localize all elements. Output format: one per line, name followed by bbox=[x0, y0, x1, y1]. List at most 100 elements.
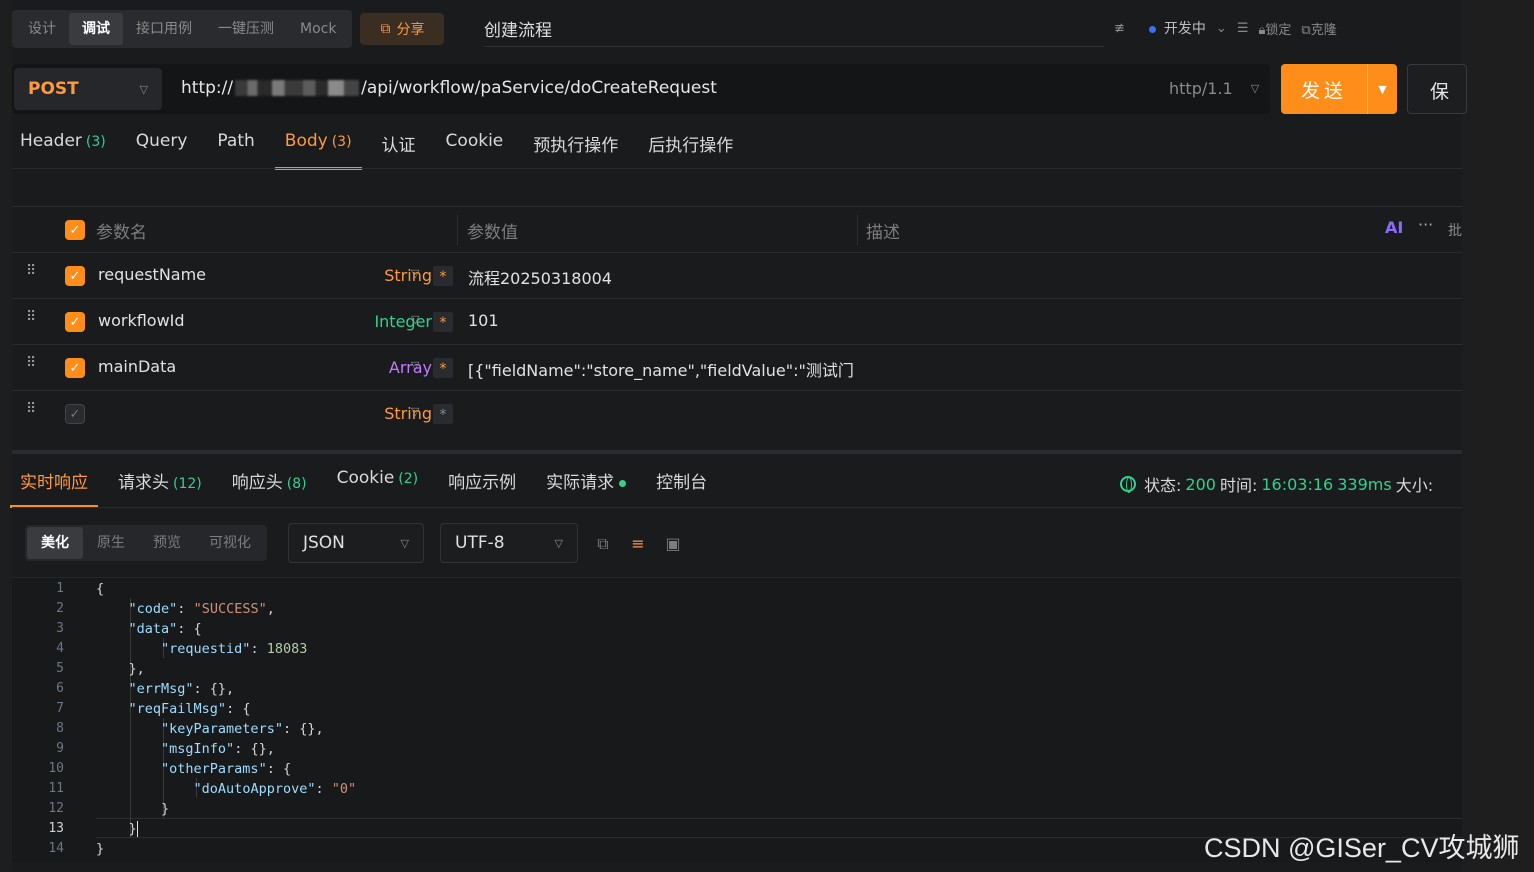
method-select[interactable]: POST ▽ bbox=[14, 68, 162, 110]
chevron-down-icon[interactable]: ▽ bbox=[411, 313, 419, 326]
code-line: 8 "keyParameters": {}, bbox=[12, 719, 1462, 739]
param-type[interactable]: String bbox=[384, 266, 432, 285]
send-button[interactable]: 发送 ▼ bbox=[1281, 64, 1397, 114]
format-select[interactable]: JSON ▽ bbox=[288, 523, 424, 563]
encoding-select[interactable]: UTF-8 ▽ bbox=[440, 523, 578, 563]
list-icon[interactable]: ☰ bbox=[1237, 21, 1249, 36]
share-button[interactable]: ⧉ 分享 bbox=[360, 13, 445, 45]
tab-auth[interactable]: 认证 bbox=[382, 128, 416, 170]
line-number: 1 bbox=[56, 581, 64, 596]
param-name[interactable]: workflowId bbox=[98, 311, 185, 330]
row-checkbox[interactable]: ✓ bbox=[65, 358, 85, 378]
view-mode-tabs: 美化 原生 预览 可视化 bbox=[25, 525, 267, 561]
tab-api-cases[interactable]: 接口用例 bbox=[123, 13, 205, 45]
batch-edit-button[interactable]: 批 bbox=[1448, 220, 1462, 240]
code-text: "keyParameters": {}, bbox=[161, 721, 324, 737]
tab-header[interactable]: Header (3) bbox=[20, 128, 106, 170]
tab-mock[interactable]: Mock bbox=[287, 13, 349, 45]
tab-label: 后执行操作 bbox=[648, 136, 734, 156]
code-text: "requestid": 18083 bbox=[161, 641, 308, 657]
chevron-down-icon[interactable]: ▽ bbox=[411, 267, 419, 280]
chevron-down-icon: ▽ bbox=[139, 82, 148, 96]
tab-preview[interactable]: 预览 bbox=[139, 527, 195, 559]
time-label: 时间: bbox=[1219, 476, 1258, 495]
lock-label: 锁定 bbox=[1265, 22, 1292, 38]
select-all-checkbox[interactable]: ✓ bbox=[65, 220, 85, 240]
share-label: 分享 bbox=[396, 22, 425, 38]
tab-visualize[interactable]: 可视化 bbox=[195, 527, 265, 559]
row-checkbox[interactable]: ✓ bbox=[65, 266, 85, 286]
tab-actual-request[interactable]: 实际请求 bbox=[546, 468, 627, 508]
param-value[interactable]: 流程20250318004 bbox=[468, 265, 612, 289]
more-icon[interactable]: ··· bbox=[1418, 215, 1433, 234]
endpoint-title[interactable]: 创建流程 bbox=[484, 16, 552, 41]
code-text: "data": { bbox=[128, 621, 202, 637]
drag-handle-icon[interactable]: ⠿ bbox=[26, 402, 40, 416]
required-toggle[interactable]: * bbox=[433, 312, 453, 332]
tab-query[interactable]: Query bbox=[136, 128, 188, 170]
tab-cookie[interactable]: Cookie bbox=[446, 128, 504, 170]
request-line: POST ▽ http:// /api/workflow/paService/do… bbox=[12, 64, 1270, 114]
edit-icon[interactable]: ≢ bbox=[1114, 21, 1125, 36]
chevron-down-icon[interactable]: ▽ bbox=[411, 405, 419, 418]
required-toggle[interactable]: * bbox=[433, 266, 453, 286]
line-number: 9 bbox=[56, 741, 64, 756]
response-tabs: 实时响应 请求头 (12) 响应头 (8) Cookie (2) 响应示例 实际请求 … bbox=[10, 468, 737, 508]
copy-icon[interactable]: ⧉ bbox=[594, 534, 612, 553]
code-line: 12 } bbox=[12, 799, 1462, 819]
tab-label: 请求头 bbox=[118, 473, 169, 493]
params-table: ✓ 参数名 参数值 描述 AI ··· 批 ⠿ ✓ requestName St… bbox=[12, 206, 1462, 437]
param-name[interactable]: mainData bbox=[98, 357, 176, 376]
chevron-down-icon[interactable]: ▽ bbox=[411, 359, 419, 372]
param-type[interactable]: String bbox=[384, 404, 432, 423]
tab-console[interactable]: 控制台 bbox=[656, 468, 707, 508]
param-type[interactable]: Integer bbox=[374, 312, 432, 331]
send-dropdown-icon[interactable]: ▼ bbox=[1368, 83, 1397, 96]
tab-response-headers[interactable]: 响应头 (8) bbox=[232, 468, 307, 508]
tab-response-cookie[interactable]: Cookie (2) bbox=[337, 468, 419, 508]
env-status[interactable]: 开发中 bbox=[1148, 18, 1206, 38]
tab-response-example[interactable]: 响应示例 bbox=[448, 468, 516, 508]
save-icon[interactable]: ▣ bbox=[664, 534, 682, 553]
required-toggle[interactable]: * bbox=[433, 404, 453, 424]
mode-tabs: 设计 调试 接口用例 一键压测 Mock bbox=[12, 10, 353, 48]
chevron-down-icon[interactable]: ⌄ bbox=[1216, 21, 1227, 36]
tab-pre-script[interactable]: 预执行操作 bbox=[533, 128, 618, 170]
wrap-lines-icon[interactable]: ≡ bbox=[629, 534, 647, 553]
drag-handle-icon[interactable]: ⠿ bbox=[26, 310, 40, 324]
tab-debug[interactable]: 调试 bbox=[69, 13, 123, 45]
lock-button[interactable]: 🔒︎锁定 bbox=[1258, 19, 1291, 38]
tab-request-headers[interactable]: 请求头 (12) bbox=[118, 468, 202, 508]
row-checkbox[interactable]: ✓ bbox=[65, 404, 85, 424]
globe-icon[interactable] bbox=[1120, 476, 1136, 493]
ai-button[interactable]: AI bbox=[1385, 218, 1403, 237]
drag-handle-icon[interactable]: ⠿ bbox=[26, 356, 40, 370]
format-value: JSON bbox=[303, 533, 345, 553]
protocol-label: http/1.1 bbox=[1169, 79, 1233, 98]
tab-live-response[interactable]: 实时响应 bbox=[10, 468, 98, 508]
row-checkbox[interactable]: ✓ bbox=[65, 312, 85, 332]
url-input[interactable]: http:// /api/workflow/paService/doCreateR… bbox=[181, 78, 717, 98]
tab-design[interactable]: 设计 bbox=[15, 13, 69, 45]
tab-count: (8) bbox=[286, 476, 307, 492]
tab-path[interactable]: Path bbox=[217, 128, 254, 170]
protocol-select[interactable]: http/1.1 ▽ bbox=[1169, 79, 1259, 98]
code-text: "doAutoApprove": "0" bbox=[193, 781, 357, 797]
tab-post-script[interactable]: 后执行操作 bbox=[648, 128, 733, 170]
drag-handle-icon[interactable]: ⠿ bbox=[26, 264, 40, 278]
param-value[interactable]: 101 bbox=[468, 311, 499, 330]
tab-body[interactable]: Body (3) bbox=[274, 128, 362, 170]
required-toggle[interactable]: * bbox=[433, 358, 453, 378]
clone-label: 克隆 bbox=[1310, 22, 1337, 38]
clone-button[interactable]: ⧉克隆 bbox=[1301, 19, 1336, 38]
response-body-editor[interactable]: 1{ 2 "code": "SUCCESS", 3 "data": { 4 "r… bbox=[12, 577, 1462, 862]
top-bar: 设计 调试 接口用例 一键压测 Mock ⧉ 分享 bbox=[12, 10, 445, 48]
tab-raw[interactable]: 原生 bbox=[83, 527, 139, 559]
tab-load-test[interactable]: 一键压测 bbox=[205, 13, 287, 45]
param-value[interactable]: [{"fieldName":"store_name","fieldValue":… bbox=[468, 357, 854, 381]
response-tabs-divider bbox=[12, 507, 1462, 508]
tab-pretty[interactable]: 美化 bbox=[27, 527, 83, 559]
save-button[interactable]: 保 bbox=[1407, 64, 1467, 114]
param-name[interactable]: requestName bbox=[98, 265, 206, 284]
panel-splitter[interactable] bbox=[12, 450, 1462, 454]
